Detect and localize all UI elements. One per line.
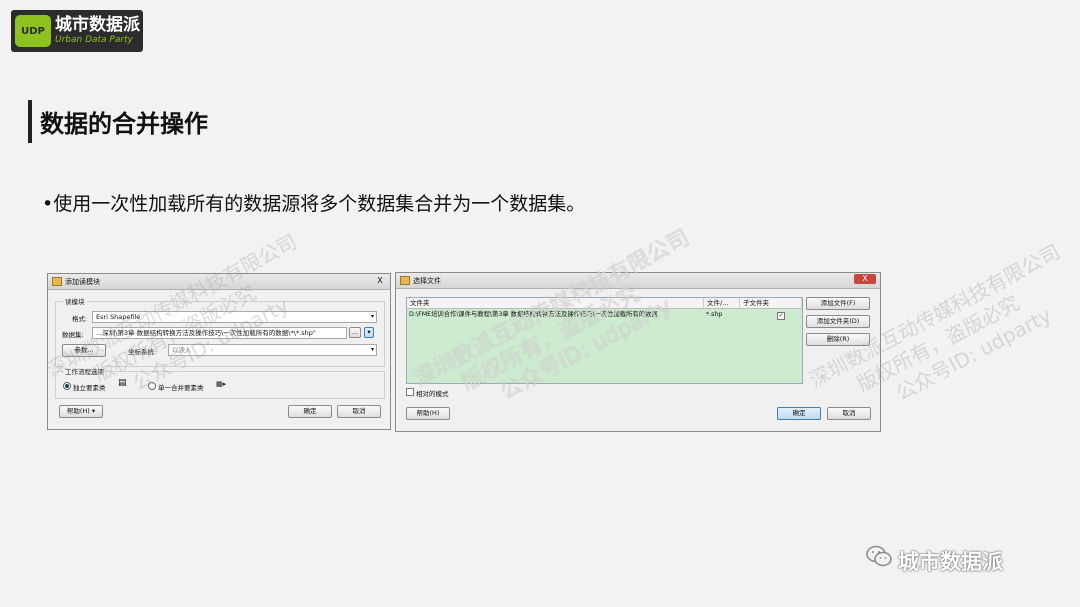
dataset-label: 数据集: <box>62 331 84 339</box>
column-header-file[interactable]: 文件/... <box>704 298 740 309</box>
help-button[interactable]: 帮助(H) ▾ <box>59 405 103 418</box>
add-file-button[interactable]: 添加文件(F) <box>806 297 870 310</box>
logo-name-cn: 城市数据派 <box>55 15 140 35</box>
individual-feature-icon: ▤ <box>118 378 127 388</box>
column-header-subfolder[interactable]: 子文件夹 <box>740 298 802 309</box>
coord-system-label: 坐标系统: <box>128 348 157 356</box>
workflow-group-label: 工作流程选项 <box>63 366 106 376</box>
ok-button[interactable]: 确定 <box>777 407 821 420</box>
brand-logo: UDP 城市数据派 Urban Data Party <box>11 10 143 52</box>
individual-feature-label: 独立要素类 <box>73 384 106 392</box>
cancel-button[interactable]: 取消 <box>337 405 381 418</box>
dialog-title-bar: 添加读模块 <box>48 274 390 290</box>
page-title: 数据的合并操作 <box>40 110 208 138</box>
single-merge-label: 单一合并要素类 <box>158 384 204 392</box>
single-merge-radio[interactable] <box>148 382 156 390</box>
chevron-down-icon: ▾ <box>370 313 374 320</box>
chevron-down-icon: ▾ <box>370 346 374 353</box>
title-accent-bar <box>28 100 32 143</box>
add-reader-dialog: 添加读模块 X 读模块 格式: Esri Shapefile ▾ 数据集: ..… <box>47 273 391 430</box>
format-select[interactable]: Esri Shapefile ▾ <box>92 311 377 323</box>
individual-feature-radio[interactable] <box>63 382 71 390</box>
close-button[interactable]: X <box>374 276 386 286</box>
dataset-value: ...深圳\第3章 数据结构转换方法及操作技巧\一次性加载所有的数据\*\*.s… <box>96 329 316 337</box>
format-value: Esri Shapefile <box>96 313 141 321</box>
coord-system-value: 以读入 <box>172 346 192 354</box>
single-merge-icon: ▦▸ <box>216 380 227 388</box>
watermark-account: 公众号ID: udparty <box>891 302 1056 406</box>
logo-mark-icon: UDP <box>15 15 51 47</box>
relative-mode-checkbox[interactable] <box>406 388 414 396</box>
coord-system-select[interactable]: 以读入 ▾ <box>168 344 377 356</box>
format-label: 格式: <box>72 315 88 323</box>
wechat-icon <box>866 545 892 567</box>
relative-mode-label: 相对的模式 <box>416 390 449 398</box>
cancel-button[interactable]: 取消 <box>827 407 871 420</box>
parameters-button[interactable]: 参数... <box>62 344 106 357</box>
dataset-dropdown-button[interactable]: ▾ <box>364 327 374 338</box>
select-files-dialog: 选择文件 X 文件夹 文件/... 子文件夹 D:\FME培训合作\课件与教程\… <box>395 272 881 432</box>
dialog-title-bar: 选择文件 <box>396 273 880 289</box>
browse-button[interactable]: ... <box>349 327 361 338</box>
watermark-rights: 版权所有，盗版必究 <box>852 290 1024 397</box>
dataset-input[interactable]: ...深圳\第3章 数据结构转换方法及操作技巧\一次性加载所有的数据\*\*.s… <box>92 327 347 339</box>
dialog-icon <box>52 277 62 286</box>
logo-name-en: Urban Data Party <box>55 35 133 45</box>
help-button[interactable]: 帮助(H) <box>406 407 450 420</box>
delete-button[interactable]: 删除(R) <box>806 333 870 346</box>
dialog-title: 选择文件 <box>413 276 441 285</box>
logo-text: 城市数据派 Urban Data Party <box>55 16 140 46</box>
dialog-icon <box>400 276 410 285</box>
ok-button[interactable]: 确定 <box>288 405 332 418</box>
column-header-folder[interactable]: 文件夹 <box>407 298 704 309</box>
reader-group-label: 读模块 <box>63 296 87 306</box>
folder-table[interactable]: 文件夹 文件/... 子文件夹 D:\FME培训合作\课件与教程\第3章 数据结… <box>406 297 803 384</box>
row-file-filter[interactable]: *.shp <box>704 310 740 320</box>
add-folder-button[interactable]: 添加文件夹(D) <box>806 315 870 328</box>
row-folder-path[interactable]: D:\FME培训合作\课件与教程\第3章 数据结构转换方法及操作技巧\一次性加载… <box>407 310 704 320</box>
chevron-down-icon: ▾ <box>367 328 371 336</box>
row-subfolder-checkbox[interactable]: ✓ <box>777 312 785 320</box>
footer-brand: 城市数据派 <box>898 550 1003 574</box>
dialog-title: 添加读模块 <box>65 277 100 286</box>
close-button[interactable]: X <box>854 274 876 284</box>
bullet-text: •使用一次性加载所有的数据源将多个数据集合并为一个数据集。 <box>42 193 586 215</box>
